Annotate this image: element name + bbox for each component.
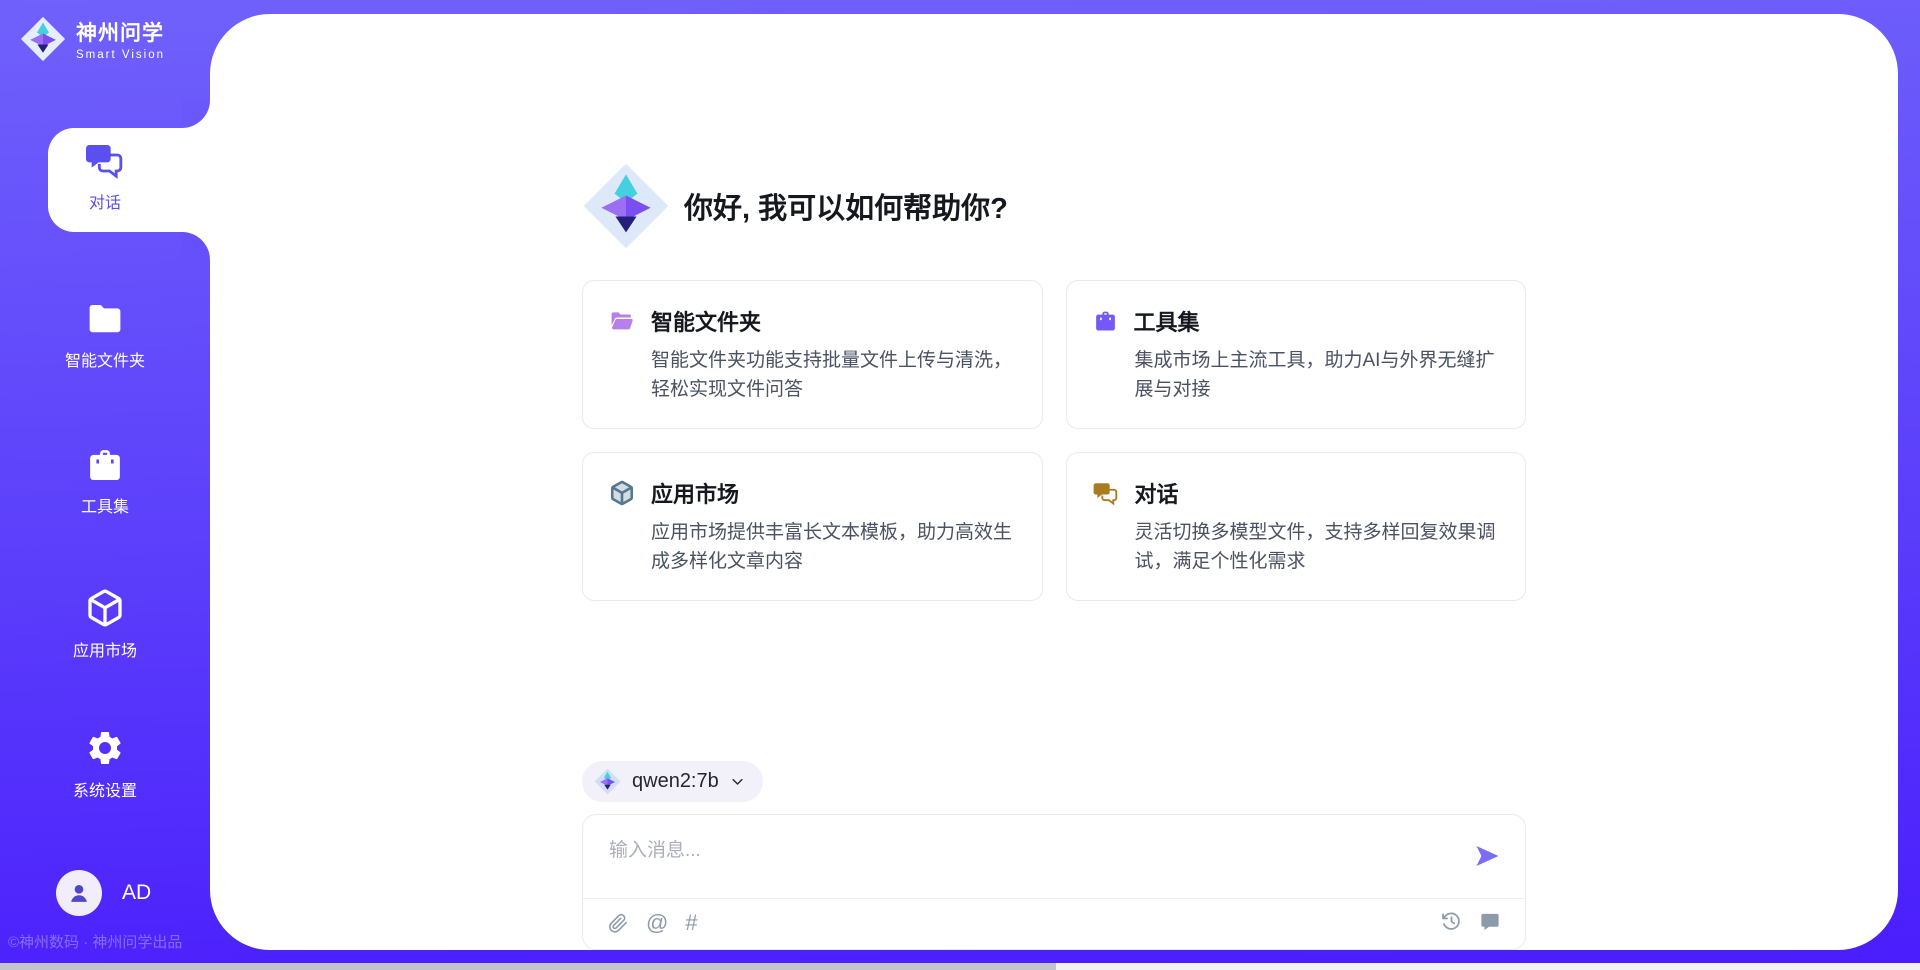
scrollbar-thumb[interactable] <box>0 963 1056 970</box>
card-title: 智能文件夹 <box>651 305 761 337</box>
horizontal-scrollbar[interactable] <box>0 963 1920 970</box>
greeting-title: 你好, 我可以如何帮助你? <box>684 185 1008 227</box>
attachment-icon[interactable] <box>607 911 629 935</box>
history-icon[interactable] <box>1440 910 1463 933</box>
card-title: 对话 <box>1135 477 1179 509</box>
sidebar-item-chat[interactable]: 对话 <box>0 140 210 213</box>
message-composer: @ # <box>582 814 1526 950</box>
feature-cards: 智能文件夹 智能文件夹功能支持批量文件上传与清洗，轻松实现文件问答 工具集 集成… <box>582 280 1526 601</box>
feedback-chat-icon[interactable] <box>1479 911 1501 933</box>
brand: 神州问学 Smart Vision <box>20 16 165 62</box>
sidebar-item-smart-folder[interactable]: 智能文件夹 <box>0 302 210 371</box>
model-name: qwen2:7b <box>632 770 719 793</box>
send-button[interactable] <box>1473 841 1503 871</box>
sidebar: 神州问学 Smart Vision 对话 智能文件夹 <box>0 0 210 970</box>
sidebar-item-label: 工具集 <box>81 493 129 517</box>
card-title: 应用市场 <box>651 477 739 509</box>
sidebar-item-label: 智能文件夹 <box>65 347 145 371</box>
greeting-diamond-icon <box>582 162 670 250</box>
tab-notch-bottom <box>182 232 210 260</box>
greeting: 你好, 我可以如何帮助你? <box>582 160 1526 252</box>
chevron-down-icon <box>730 774 745 789</box>
main-panel: 你好, 我可以如何帮助你? 智能文件夹 智能文件夹功能支持批量文件上传与清洗，轻… <box>210 14 1898 950</box>
card-description: 灵活切换多模型文件，支持多样回复效果调试，满足个性化需求 <box>1093 519 1500 576</box>
sidebar-item-app-market[interactable]: 应用市场 <box>0 588 210 661</box>
briefcase-icon <box>85 446 125 484</box>
cube-grid-icon <box>609 480 635 506</box>
hashtag-icon[interactable]: # <box>685 910 697 936</box>
user-profile[interactable]: AD <box>56 870 151 916</box>
card-toolset[interactable]: 工具集 集成市场上主流工具，助力AI与外界无缝扩展与对接 <box>1066 280 1527 429</box>
avatar <box>56 870 102 916</box>
sidebar-item-label: 对话 <box>89 189 121 213</box>
cube-icon <box>85 588 125 628</box>
sidebar-footer: ©神州数码 · 神州问学出品 <box>8 931 212 952</box>
composer-divider <box>583 898 1525 899</box>
folder-open-icon <box>609 309 635 333</box>
card-description: 集成市场上主流工具，助力AI与外界无缝扩展与对接 <box>1093 347 1500 404</box>
card-chat[interactable]: 对话 灵活切换多模型文件，支持多样回复效果调试，满足个性化需求 <box>1066 452 1527 601</box>
gear-icon <box>85 728 125 768</box>
brand-subtitle: Smart Vision <box>76 49 165 61</box>
card-app-market[interactable]: 应用市场 应用市场提供丰富长文本模板，助力高效生成多样化文章内容 <box>582 452 1043 601</box>
tab-notch-top <box>182 100 210 128</box>
mention-icon[interactable]: @ <box>646 910 668 936</box>
sidebar-item-label: 应用市场 <box>73 637 137 661</box>
card-smart-folder[interactable]: 智能文件夹 智能文件夹功能支持批量文件上传与清洗，轻松实现文件问答 <box>582 280 1043 429</box>
briefcase-icon <box>1093 309 1118 333</box>
model-selector[interactable]: qwen2:7b <box>582 761 763 802</box>
card-description: 应用市场提供丰富长文本模板，助力高效生成多样化文章内容 <box>609 519 1016 576</box>
model-diamond-icon <box>594 768 621 795</box>
chat-bubbles-icon <box>1093 480 1119 506</box>
sidebar-item-label: 系统设置 <box>73 777 137 801</box>
brand-title: 神州问学 <box>76 17 165 47</box>
card-description: 智能文件夹功能支持批量文件上传与清洗，轻松实现文件问答 <box>609 347 1016 404</box>
sidebar-item-toolset[interactable]: 工具集 <box>0 446 210 517</box>
user-label: AD <box>122 881 151 905</box>
chat-bubbles-icon <box>85 140 125 180</box>
sidebar-item-settings[interactable]: 系统设置 <box>0 728 210 801</box>
folder-icon <box>85 302 125 338</box>
message-input[interactable] <box>607 833 1451 889</box>
card-title: 工具集 <box>1134 305 1200 337</box>
brand-diamond-icon <box>20 16 66 62</box>
